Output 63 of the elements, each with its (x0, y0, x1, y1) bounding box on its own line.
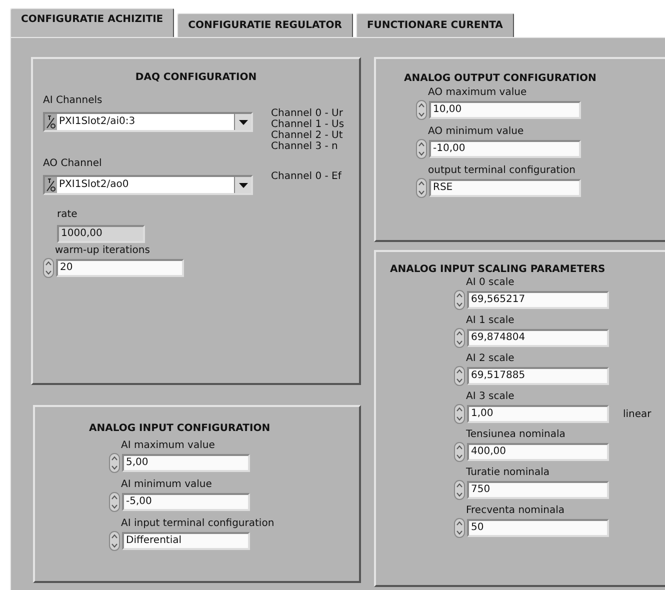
control-label: warm-up iterations (54, 244, 150, 258)
spinner-icon[interactable] (109, 453, 120, 473)
unit-label: linear (623, 408, 652, 420)
control-label: AI minimum value (120, 478, 212, 492)
rate-indicator: 1000,00 (57, 225, 145, 243)
control-label: AO minimum value (427, 125, 524, 139)
io-icon (46, 178, 56, 192)
control-label: AI maximum value (120, 439, 215, 453)
control-label: AO Channel (43, 157, 102, 171)
numeric-field[interactable]: 400,00 (467, 443, 609, 461)
channel-note: Channel 1 - Us (271, 119, 344, 130)
channel-note: Channel 0 - Ef (271, 171, 342, 182)
numeric-field[interactable]: 69,517885 (467, 367, 609, 385)
panel-title: ANALOG INPUT CONFIGURATION (89, 423, 272, 434)
channel-note: Channel 2 - Ut (271, 130, 344, 141)
spinner-icon[interactable] (454, 366, 465, 386)
numeric-field[interactable]: 1,00 (467, 405, 609, 423)
panel-title: DAQ CONFIGURATION (134, 72, 258, 83)
numeric-field[interactable]: 69,565217 (467, 291, 609, 309)
spinner-icon[interactable] (416, 178, 427, 198)
numeric-field[interactable]: RSE (429, 179, 581, 197)
tab[interactable]: CONFIGURATIE ACHIZITIE (10, 8, 174, 37)
spinner-icon[interactable] (454, 518, 465, 538)
numeric-field[interactable]: 50 (467, 519, 609, 537)
control-label: AI 2 scale (465, 352, 514, 366)
tab[interactable]: CONFIGURATIE REGULATOR (177, 13, 353, 37)
control-label: AI 3 scale (465, 390, 514, 404)
control-label: AO maximum value (427, 86, 527, 100)
control-label: AI Channels (43, 94, 102, 108)
channel-note: Channel 3 - n (271, 141, 339, 152)
spinner-icon[interactable] (109, 492, 120, 512)
numeric-field[interactable]: 10,00 (429, 101, 581, 119)
numeric-field[interactable]: -10,00 (429, 140, 581, 158)
spinner-icon[interactable] (416, 139, 427, 159)
control-label: rate (57, 208, 78, 222)
spinner-icon[interactable] (454, 442, 465, 462)
spinner-icon[interactable] (454, 290, 465, 310)
numeric-field[interactable]: 20 (56, 259, 184, 277)
control-label: Frecventa nominala (465, 504, 565, 518)
spinner-icon[interactable] (109, 531, 120, 551)
spinner-icon[interactable] (416, 100, 427, 120)
numeric-field[interactable]: 750 (467, 481, 609, 499)
control-label: output terminal configuration (427, 164, 576, 178)
spinner-icon[interactable] (454, 328, 465, 348)
numeric-field[interactable]: -5,00 (122, 493, 250, 511)
panel-title: ANALOG INPUT SCALING PARAMETERS (390, 264, 606, 275)
numeric-field[interactable]: Differential (122, 532, 250, 550)
channel-dropdown[interactable]: PXI1Slot2/ai0:3 (43, 112, 253, 132)
io-icon (46, 115, 56, 129)
channel-dropdown[interactable]: PXI1Slot2/ao0 (43, 175, 253, 195)
numeric-field[interactable]: 5,00 (122, 454, 250, 472)
numeric-field[interactable]: 69,874804 (467, 329, 609, 347)
spinner-icon[interactable] (454, 480, 465, 500)
control-label: AI 0 scale (465, 276, 514, 290)
spinner-icon[interactable] (43, 258, 54, 278)
control-label: AI 1 scale (465, 314, 514, 328)
tab[interactable]: FUNCTIONARE CURENTA (356, 13, 514, 37)
control-label: Turatie nominala (465, 466, 550, 480)
spinner-icon[interactable] (454, 404, 465, 424)
panel-title: ANALOG OUTPUT CONFIGURATION (404, 73, 598, 84)
control-label: Tensiunea nominala (465, 428, 566, 442)
channel-note: Channel 0 - Ur (271, 108, 344, 119)
control-label: AI input terminal configuration (120, 517, 274, 531)
